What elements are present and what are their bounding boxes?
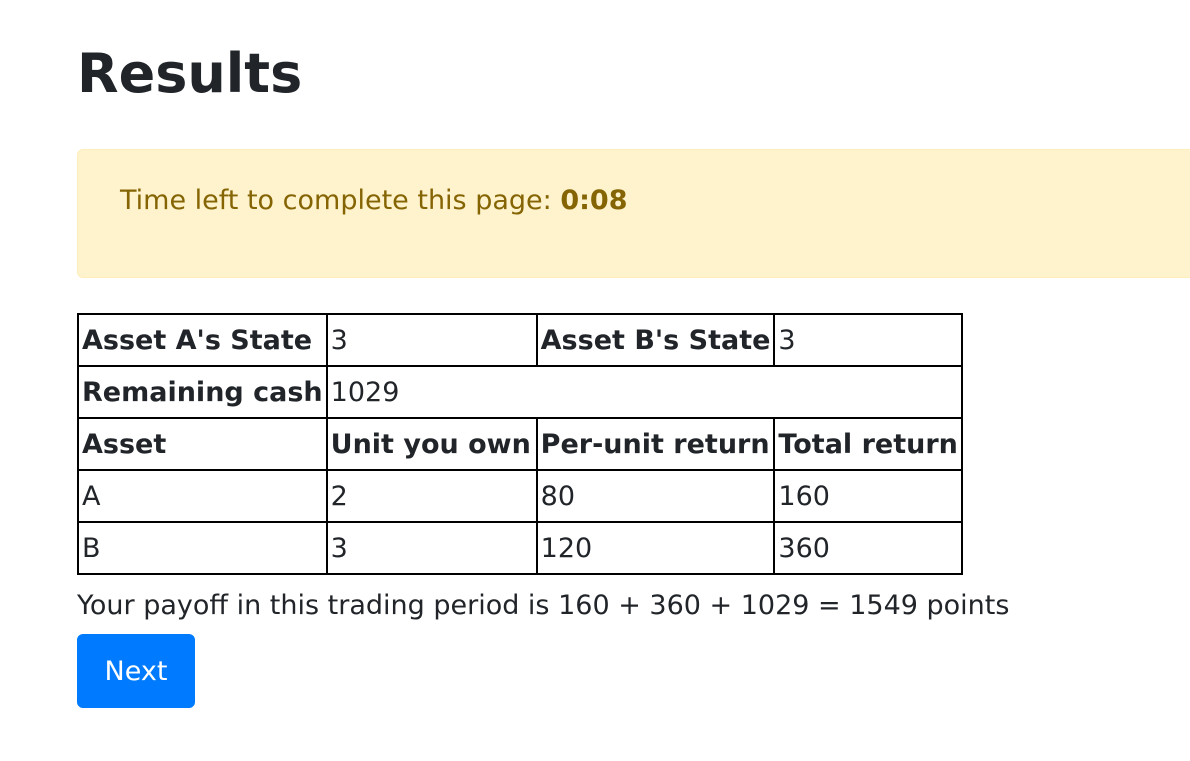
remaining-cash-label: Remaining cash [77,365,328,419]
page-title: Results [77,42,303,105]
asset-b-state-value: 3 [773,313,963,367]
header-asset: Asset [77,417,328,471]
header-per-unit-return: Per-unit return [535,417,776,471]
cell-units: 3 [325,521,538,575]
payoff-summary: Your payoff in this trading period is 16… [77,590,1010,621]
cell-asset: A [77,469,328,523]
results-page: Results Time left to complete this page:… [0,0,1190,761]
table-row: A 2 80 160 [77,469,963,523]
header-units-owned: Unit you own [325,417,538,471]
timer-label: Time left to complete this page: [120,185,561,216]
cash-row: Remaining cash 1029 [77,365,963,419]
timer-alert: Time left to complete this page: 0:08 [77,149,1190,278]
asset-b-state-label: Asset B's State [535,313,776,367]
asset-a-state-value: 3 [325,313,538,367]
table-header-row: Asset Unit you own Per-unit return Total… [77,417,963,471]
cell-per-unit-return: 120 [535,521,776,575]
results-table: Asset A's State 3 Asset B's State 3 Rema… [77,313,963,575]
next-button[interactable]: Next [77,634,195,708]
header-total-return: Total return [773,417,963,471]
cell-units: 2 [325,469,538,523]
table-row: B 3 120 360 [77,521,963,575]
cell-total-return: 160 [773,469,963,523]
state-row: Asset A's State 3 Asset B's State 3 [77,313,963,367]
cell-total-return: 360 [773,521,963,575]
cell-per-unit-return: 80 [535,469,776,523]
remaining-cash-value: 1029 [325,365,963,419]
asset-a-state-label: Asset A's State [77,313,328,367]
cell-asset: B [77,521,328,575]
timer-value: 0:08 [560,185,628,216]
